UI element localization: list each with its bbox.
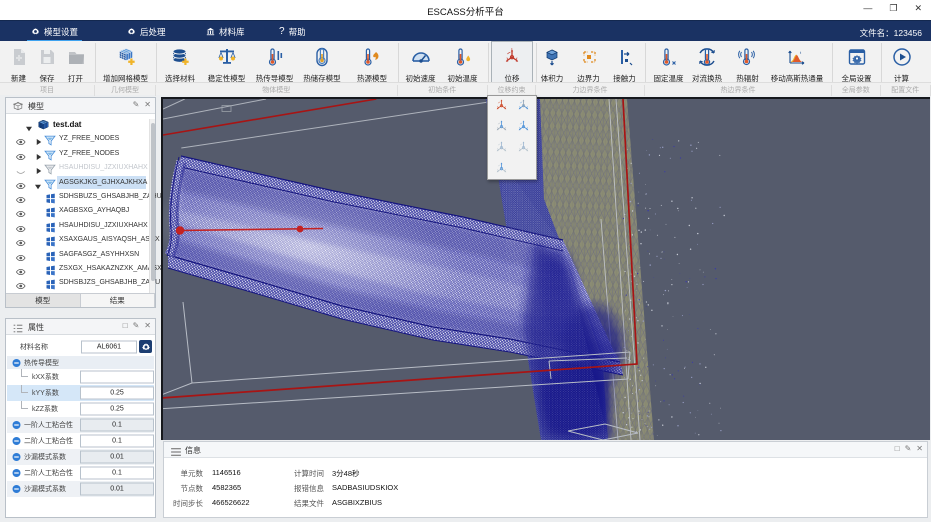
svg-text:z: z	[511, 46, 513, 50]
svg-text:t: t	[800, 50, 802, 55]
